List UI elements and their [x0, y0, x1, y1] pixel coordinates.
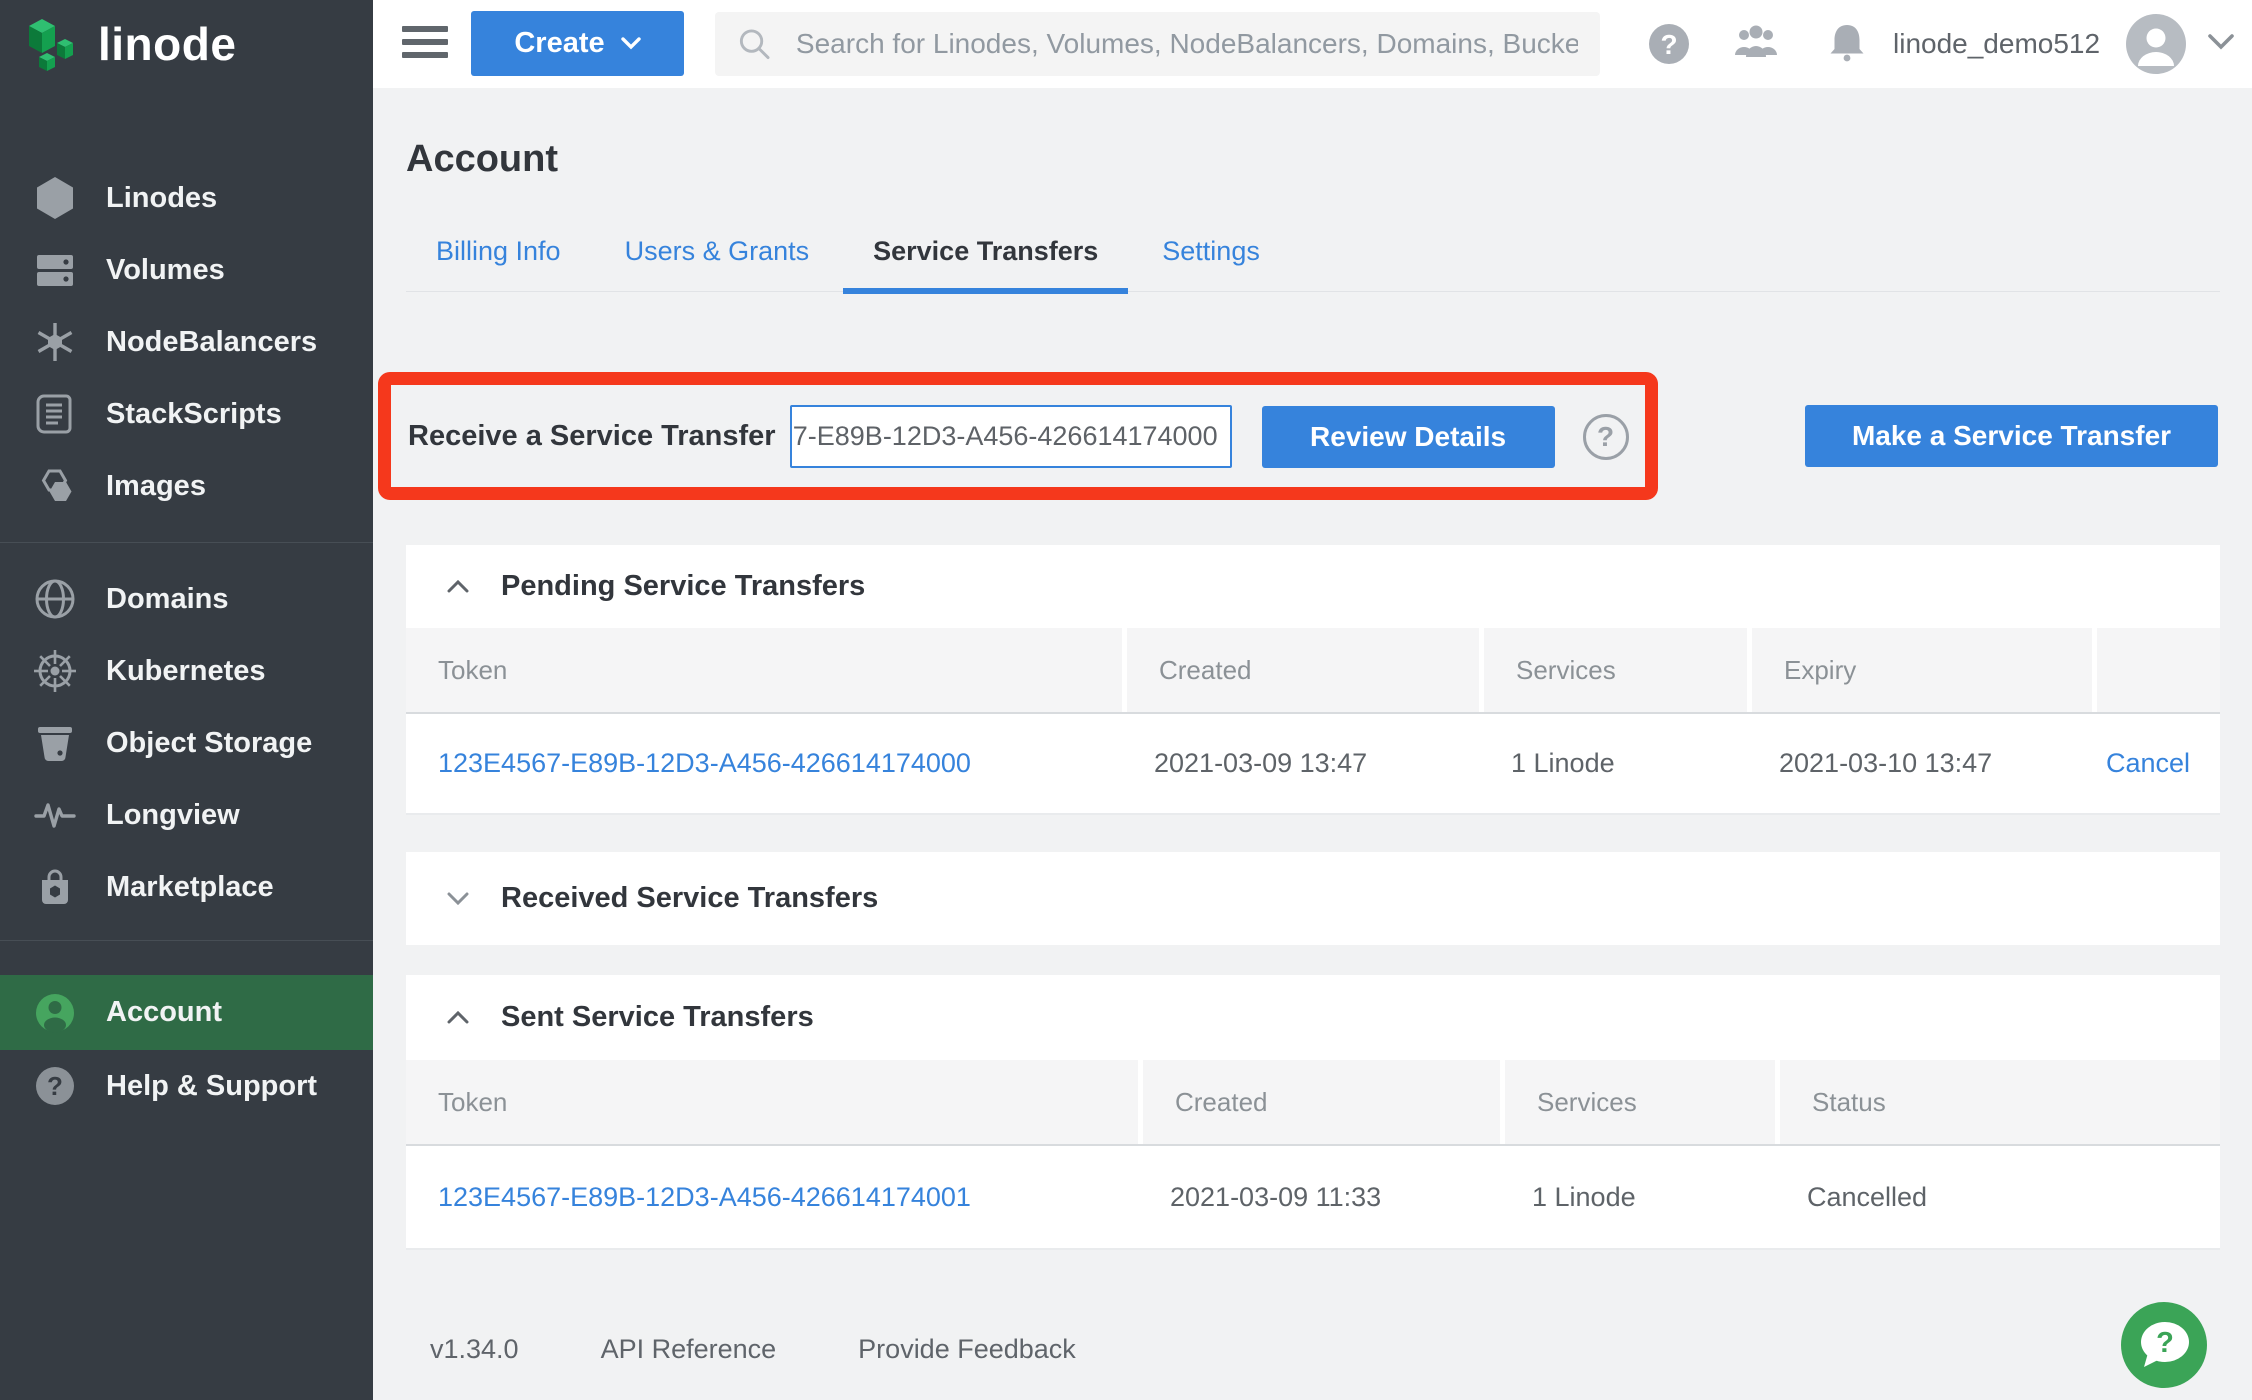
sent-token-link[interactable]: 123E4567-E89B-12D3-A456-426614174001 — [438, 1182, 971, 1213]
support-chat-button[interactable]: ? — [2121, 1302, 2207, 1388]
sidebar-item-stackscripts[interactable]: StackScripts — [0, 378, 373, 450]
menu-toggle-icon[interactable] — [402, 26, 448, 62]
images-icon — [30, 463, 80, 509]
community-icon[interactable] — [1730, 21, 1782, 67]
chevron-up-icon — [447, 580, 469, 593]
make-service-transfer-button[interactable]: Make a Service Transfer — [1805, 405, 2218, 467]
tab-billing-info[interactable]: Billing Info — [406, 236, 591, 291]
linode-logo-icon — [26, 13, 84, 75]
column-header-actions — [2092, 628, 2220, 712]
column-header-services: Services — [1479, 628, 1747, 712]
pending-created-cell: 2021-03-09 13:47 — [1122, 714, 1479, 813]
tab-settings[interactable]: Settings — [1132, 236, 1290, 291]
object-storage-icon — [30, 720, 80, 766]
receive-transfer-label: Receive a Service Transfer — [408, 420, 776, 453]
brand-name: linode — [98, 17, 236, 71]
sidebar-divider — [0, 940, 373, 941]
account-tabs: Billing Info Users & Grants Service Tran… — [406, 236, 2220, 292]
avatar — [2126, 14, 2186, 74]
api-reference-link[interactable]: API Reference — [601, 1334, 777, 1365]
table-row: 123E4567-E89B-12D3-A456-426614174001 202… — [406, 1144, 2220, 1250]
footer: v1.34.0 API Reference Provide Feedback — [430, 1334, 1076, 1365]
notifications-bell-icon[interactable] — [1821, 21, 1873, 67]
column-header-created: Created — [1122, 628, 1479, 712]
chevron-down-icon — [447, 892, 469, 905]
receive-help-icon[interactable]: ? — [1583, 414, 1629, 460]
sidebar-item-volumes[interactable]: Volumes — [0, 234, 373, 306]
sidebar-item-images[interactable]: Images — [0, 450, 373, 522]
stackscripts-icon — [30, 391, 80, 437]
pending-table-header: Token Created Services Expiry — [406, 628, 2220, 712]
sent-transfers-card: Sent Service Transfers Token Created Ser… — [406, 975, 2220, 1250]
column-header-token: Token — [406, 1060, 1138, 1144]
help-icon[interactable]: ? — [1643, 21, 1695, 67]
pending-transfers-toggle[interactable]: Pending Service Transfers — [406, 545, 2220, 628]
pending-expiry-cell: 2021-03-10 13:47 — [1747, 714, 2092, 813]
app-version: v1.34.0 — [430, 1334, 519, 1365]
search-placeholder: Search for Linodes, Volumes, NodeBalance… — [796, 28, 1578, 60]
column-header-services: Services — [1500, 1060, 1775, 1144]
sidebar-item-help-support[interactable]: ? Help & Support — [0, 1050, 373, 1122]
longview-icon — [30, 792, 80, 838]
sidebar-nav: Linodes Volumes NodeBalancers StackScrip… — [0, 88, 373, 1122]
search-input[interactable]: Search for Linodes, Volumes, NodeBalance… — [715, 12, 1600, 76]
cancel-transfer-link[interactable]: Cancel — [2106, 748, 2190, 779]
sidebar-item-linodes[interactable]: Linodes — [0, 162, 373, 234]
tab-users-grants[interactable]: Users & Grants — [595, 236, 840, 291]
received-transfers-card: Received Service Transfers — [406, 852, 2220, 945]
linode-cloud-manager: linode Linodes Volumes NodeBalancers — [0, 0, 2252, 1400]
volumes-icon — [30, 247, 80, 293]
sidebar-item-longview[interactable]: Longview — [0, 779, 373, 851]
linode-logo[interactable]: linode — [0, 0, 373, 88]
chat-question-icon: ? — [2134, 1317, 2194, 1373]
column-header-expiry: Expiry — [1747, 628, 2092, 712]
sidebar-item-nodebalancers[interactable]: NodeBalancers — [0, 306, 373, 378]
column-header-token: Token — [406, 628, 1122, 712]
nodebalancers-icon — [30, 319, 80, 365]
transfer-token-input[interactable]: 123E4567-E89B-12D3-A456-426614174000 — [790, 405, 1232, 468]
page-title: Account — [406, 138, 558, 181]
sent-services-cell: 1 Linode — [1500, 1146, 1775, 1248]
pending-token-link[interactable]: 123E4567-E89B-12D3-A456-426614174000 — [438, 748, 971, 779]
sidebar-item-object-storage[interactable]: Object Storage — [0, 707, 373, 779]
pending-transfers-card: Pending Service Transfers Token Created … — [406, 545, 2220, 815]
main-content: Account Billing Info Users & Grants Serv… — [373, 88, 2252, 1400]
svg-text:?: ? — [1660, 29, 1677, 60]
kubernetes-icon — [30, 648, 80, 694]
column-header-status: Status — [1775, 1060, 2220, 1144]
username: linode_demo512 — [1893, 28, 2100, 60]
svg-text:?: ? — [47, 1071, 63, 1101]
table-row: 123E4567-E89B-12D3-A456-426614174000 202… — [406, 712, 2220, 815]
review-details-button[interactable]: Review Details — [1262, 406, 1555, 468]
domains-icon — [30, 576, 80, 622]
help-circle-icon: ? — [30, 1063, 80, 1109]
user-menu[interactable]: linode_demo512 — [1893, 0, 2234, 88]
sent-status-cell: Cancelled — [1775, 1146, 2220, 1248]
tab-service-transfers[interactable]: Service Transfers — [843, 236, 1128, 291]
sent-table-header: Token Created Services Status — [406, 1060, 2220, 1144]
pending-services-cell: 1 Linode — [1479, 714, 1747, 813]
sidebar-divider — [0, 542, 373, 543]
chevron-down-icon — [621, 37, 641, 50]
search-icon — [737, 26, 772, 62]
sidebar: linode Linodes Volumes NodeBalancers — [0, 0, 373, 1400]
column-header-created: Created — [1138, 1060, 1500, 1144]
sidebar-item-account[interactable]: Account — [0, 975, 373, 1050]
sent-transfers-toggle[interactable]: Sent Service Transfers — [406, 975, 2220, 1060]
marketplace-icon — [30, 864, 80, 910]
sidebar-item-domains[interactable]: Domains — [0, 563, 373, 635]
chevron-down-icon — [2208, 34, 2234, 55]
create-button[interactable]: Create — [471, 11, 684, 76]
receive-service-transfer-section: Receive a Service Transfer 123E4567-E89B… — [408, 405, 1629, 468]
svg-text:?: ? — [2156, 1327, 2174, 1359]
sidebar-item-kubernetes[interactable]: Kubernetes — [0, 635, 373, 707]
chevron-up-icon — [447, 1011, 469, 1024]
top-bar: Create Search for Linodes, Volumes, Node… — [373, 0, 2252, 88]
account-icon — [30, 990, 80, 1036]
sent-created-cell: 2021-03-09 11:33 — [1138, 1146, 1500, 1248]
provide-feedback-link[interactable]: Provide Feedback — [858, 1334, 1076, 1365]
sidebar-item-marketplace[interactable]: Marketplace — [0, 851, 373, 923]
received-transfers-toggle[interactable]: Received Service Transfers — [406, 852, 2220, 945]
linodes-icon — [30, 175, 80, 221]
